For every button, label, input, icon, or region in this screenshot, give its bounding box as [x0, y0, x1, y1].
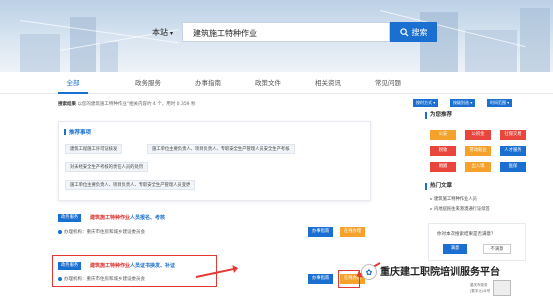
satisfaction-question: 你对本次搜索结果是否满意？ [437, 232, 496, 237]
service-grid-item[interactable]: 婚姻 [430, 162, 456, 172]
result-badge: 政务服务 [58, 214, 82, 222]
watermark-logo-icon: ✿ [361, 264, 377, 280]
service-grid-item[interactable]: 人才服务 [500, 146, 526, 156]
filter-time-label: 时间范围 [490, 100, 506, 105]
search-icon [399, 27, 409, 37]
result-org-text: 办理机构：重庆市住房和城乡建设委员会 [64, 230, 145, 235]
filter-level[interactable]: 按级别选 ▾ [450, 99, 476, 107]
tab-all[interactable]: 全部 [58, 72, 88, 94]
recommended-panel: 推荐事项 建筑工程施工许可证核发 施工单位主要负责人、项目负责人、专职安全生产管… [58, 121, 371, 201]
result-tabs: 全部 政务服务 办事指南 政策文件 相关资讯 常见问题 [0, 72, 553, 94]
search-button[interactable]: 搜索 [390, 22, 437, 42]
recommended-chip[interactable]: 对未经安全生产考核的责任人员的处罚 [65, 162, 149, 172]
qr-code-icon [493, 280, 511, 296]
result-title-link[interactable]: 建筑施工特种作业人员报名、考核 [90, 214, 165, 221]
tab-faq[interactable]: 常见问题 [368, 72, 408, 94]
hot-article-link[interactable]: 建筑施工特种作业人员 [430, 196, 477, 202]
watermark-text: 重庆建工职院培训服务平台 [380, 267, 500, 278]
chevron-down-icon: ▾ [170, 30, 174, 37]
search-button-label: 搜索 [411, 27, 428, 37]
tab-news[interactable]: 相关资讯 [308, 72, 348, 94]
hot-article-text: 内地居民往来港澳通行证续签 [434, 207, 490, 212]
service-grid-item[interactable]: 社保交易 [500, 130, 526, 140]
hot-article-text: 建筑施工特种作业人员 [434, 197, 477, 202]
search-query-text: 建筑施工特种作业 [193, 29, 257, 38]
service-grid-item[interactable]: 公安 [430, 130, 456, 140]
annotation-box [52, 255, 217, 287]
result-title-rest: 人员报名、考核 [130, 215, 166, 221]
search-scope-label: 本站 [152, 28, 168, 37]
mini-label: (数字)公众号 [470, 289, 491, 293]
service-grid-item[interactable]: 医保 [500, 162, 526, 172]
satisfied-button[interactable]: 满意 [443, 244, 467, 254]
search-scope-select[interactable]: 本站 ▾ [152, 27, 173, 38]
sidebar: 为您推荐 [425, 112, 525, 119]
search-input[interactable]: 建筑施工特种作业 [182, 22, 390, 42]
sidebar-title-recommend: 为您推荐 [425, 112, 525, 119]
recommended-chip[interactable]: 施工单位主要负责人、项目负责人、专职安全生产管理人员变更 [65, 180, 196, 190]
unsatisfied-button[interactable]: 不满意 [483, 244, 511, 254]
location-pin-icon [58, 229, 62, 234]
tab-policies[interactable]: 政策文件 [248, 72, 288, 94]
satisfaction-panel: 你对本次搜索结果是否满意？ 满意 不满意 [428, 223, 526, 261]
service-grid-item[interactable]: 出入境 [465, 162, 491, 172]
filter-sort-label: 按时方式 [416, 100, 432, 105]
service-grid-item[interactable]: 劳动就业 [465, 146, 491, 156]
recommended-chip[interactable]: 建筑工程施工许可证核发 [65, 144, 123, 154]
result-stats-prefix: 搜索结果 [58, 102, 76, 107]
service-grid-item[interactable]: 税收 [430, 146, 456, 156]
result-stats-text: 以您的建筑施工特种作业"相关内容约 4 个，用时 0.359 秒 [77, 102, 196, 107]
filter-level-label: 按级别选 [453, 100, 469, 105]
filter-sort[interactable]: 按时方式 ▾ [413, 99, 439, 107]
filter-time[interactable]: 时间范围 ▾ [487, 99, 513, 107]
tab-gov-services[interactable]: 政务服务 [128, 72, 168, 94]
result-stats: 搜索结果 以您的建筑施工特种作业"相关内容约 4 个，用时 0.359 秒 [58, 101, 195, 107]
sidebar-title-hot: 热门文章 [425, 183, 452, 190]
recommended-title: 推荐事项 [63, 129, 92, 136]
result-org: 办理机构：重庆市住房和城乡建设委员会 [58, 229, 145, 235]
guide-button[interactable]: 办事指南 [308, 227, 334, 237]
mini-label: 重庆市政务 [470, 283, 488, 287]
tab-guides[interactable]: 办事指南 [188, 72, 228, 94]
service-grid-item[interactable]: 公积金 [465, 130, 491, 140]
online-apply-button[interactable]: 在线办理 [340, 227, 366, 237]
hot-article-link[interactable]: 内地居民往来港澳通行证续签 [430, 206, 490, 212]
recommended-chip[interactable]: 施工单位主要负责人、项目负责人、专职安全生产管理人员安全生产考核 [147, 144, 295, 154]
guide-button[interactable]: 办事指南 [308, 274, 334, 284]
result-title-highlight: 建筑施工特种作业 [90, 215, 131, 221]
